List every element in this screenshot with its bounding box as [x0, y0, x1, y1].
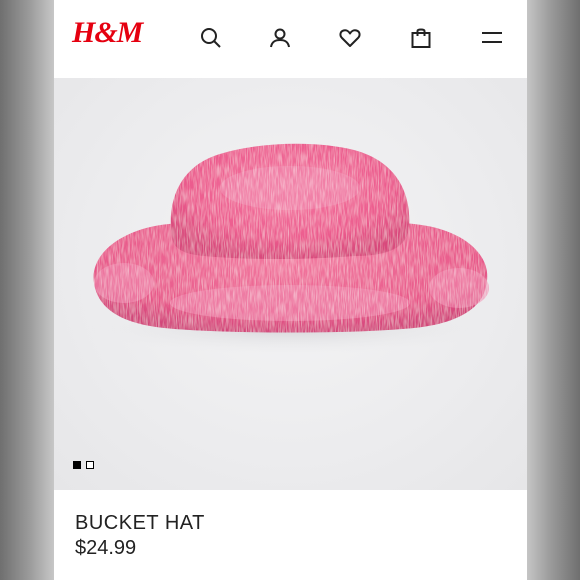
- product-price: $24.99: [75, 537, 137, 559]
- shopping-bag-icon[interactable]: [407, 24, 435, 52]
- menu-icon[interactable]: [478, 24, 506, 52]
- pagination-dot[interactable]: [86, 461, 94, 469]
- header-bar: H&M: [54, 0, 527, 78]
- account-icon[interactable]: [266, 24, 294, 52]
- image-pagination: [73, 461, 94, 469]
- product-page: H&M BUCKET HAT $24.99: [54, 0, 527, 580]
- product-image-gallery[interactable]: [54, 78, 527, 490]
- favorites-heart-icon[interactable]: [336, 24, 364, 52]
- hm-logo[interactable]: H&M: [72, 16, 143, 50]
- pagination-dot-active[interactable]: [73, 461, 81, 469]
- pink-bucket-hat-image: [90, 143, 490, 354]
- search-icon[interactable]: [197, 24, 225, 52]
- product-info: BUCKET HAT $24.99: [54, 490, 527, 580]
- product-title: BUCKET HAT: [75, 512, 205, 534]
